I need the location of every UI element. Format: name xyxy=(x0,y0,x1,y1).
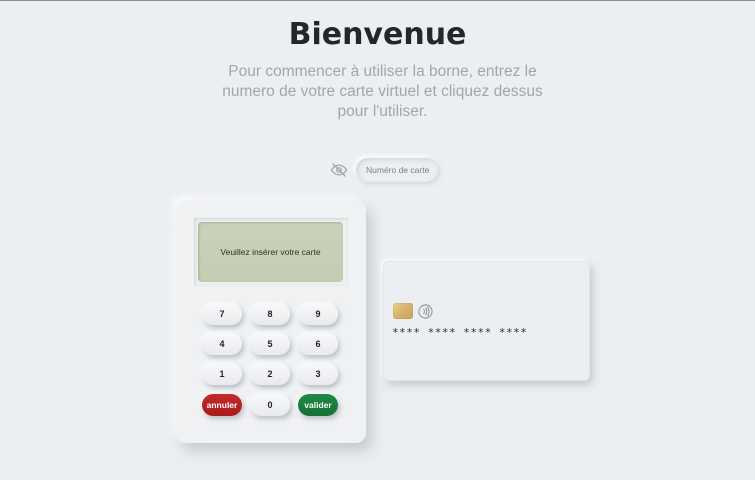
payment-terminal: Veuillez insérer votre carte 7 8 9 4 5 6… xyxy=(176,200,366,443)
chip-icon xyxy=(393,303,413,319)
validate-button[interactable]: valider xyxy=(298,394,338,416)
key-5[interactable]: 5 xyxy=(250,333,290,355)
eye-off-icon[interactable] xyxy=(330,161,348,179)
page-title: Bienvenue xyxy=(288,17,467,52)
virtual-card[interactable]: **** **** **** **** xyxy=(383,261,590,381)
key-0[interactable]: 0 xyxy=(250,394,290,416)
contactless-icon xyxy=(418,304,433,319)
key-8[interactable]: 8 xyxy=(250,303,290,325)
key-2[interactable]: 2 xyxy=(250,363,290,385)
key-4[interactable]: 4 xyxy=(202,333,242,355)
page: Bienvenue Pour commencer à utiliser la b… xyxy=(0,0,755,480)
card-number: **** **** **** **** xyxy=(392,326,528,339)
terminal-screen: Veuillez insérer votre carte xyxy=(198,222,343,282)
cancel-button[interactable]: annuler xyxy=(202,394,242,416)
key-7[interactable]: 7 xyxy=(202,303,242,325)
key-3[interactable]: 3 xyxy=(298,363,338,385)
card-number-input-row xyxy=(330,157,438,182)
terminal-screen-frame: Veuillez insérer votre carte xyxy=(194,218,348,286)
terminal-screen-message: Veuillez insérer votre carte xyxy=(220,247,321,257)
card-number-input[interactable] xyxy=(356,157,438,182)
page-subtitle: Pour commencer à utiliser la borne, entr… xyxy=(222,63,543,120)
key-1[interactable]: 1 xyxy=(202,363,242,385)
key-6[interactable]: 6 xyxy=(298,333,338,355)
key-9[interactable]: 9 xyxy=(298,303,338,325)
